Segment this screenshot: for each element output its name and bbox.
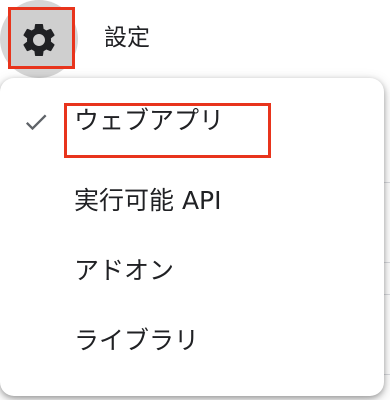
settings-label: 設定 (104, 25, 150, 51)
gear-icon[interactable] (19, 20, 59, 60)
menu-item-label: 実行可能 API (74, 186, 222, 215)
header: 設定 (0, 0, 390, 78)
menu-item-label: アドオン (74, 256, 175, 285)
menu-item-label: ウェブアプリ (74, 106, 225, 135)
menu-item-executable-api[interactable]: 実行可能 API (0, 166, 384, 236)
menu-item-add-on[interactable]: アドオン (0, 236, 384, 306)
menu-item-library[interactable]: ライブラリ (0, 306, 384, 376)
menu-item-label: ライブラリ (74, 326, 200, 355)
deploy-type-menu: ウェブアプリ 実行可能 API アドオン ライブラリ (0, 78, 384, 396)
check-icon (25, 114, 47, 131)
page: 設定 ウェブアプリ 実行可能 API アドオン ライブラリ (0, 0, 390, 400)
menu-item-web-app[interactable]: ウェブアプリ (0, 86, 384, 158)
